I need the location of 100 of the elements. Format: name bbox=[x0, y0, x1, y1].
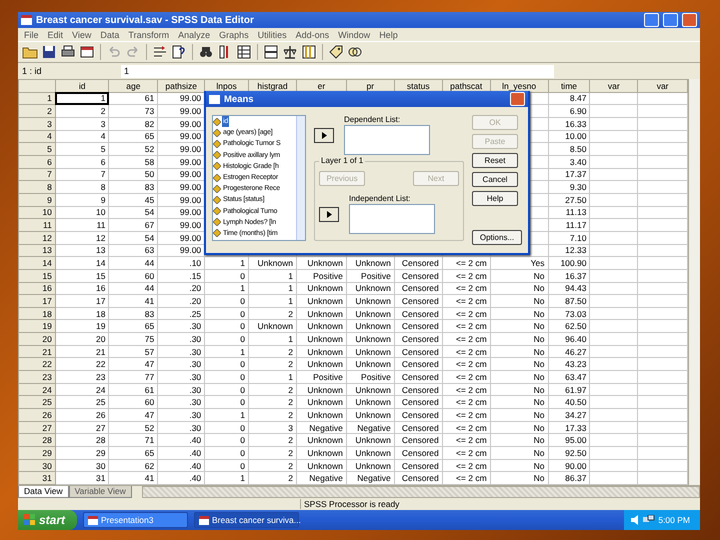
speaker-icon[interactable] bbox=[630, 515, 640, 525]
row-number[interactable]: 18 bbox=[18, 307, 56, 320]
row-number[interactable]: 1 bbox=[18, 92, 56, 105]
vertical-scrollbar[interactable] bbox=[688, 79, 700, 485]
table-cell: 17.37 bbox=[548, 168, 590, 181]
table-cell: Positive bbox=[296, 370, 346, 384]
menu-item[interactable]: File bbox=[24, 30, 39, 40]
cell-value-field[interactable]: 1 bbox=[121, 64, 554, 78]
row-number[interactable]: 6 bbox=[18, 155, 56, 168]
menu-item[interactable]: Window bbox=[338, 30, 370, 40]
row-number[interactable]: 5 bbox=[18, 142, 56, 156]
row-number[interactable]: 11 bbox=[18, 218, 56, 232]
dialog-button[interactable]: Help bbox=[472, 191, 518, 206]
restore-button[interactable] bbox=[663, 13, 678, 27]
row-number[interactable]: 17 bbox=[18, 294, 56, 308]
menu-item[interactable]: Transform bbox=[128, 30, 170, 40]
row-number[interactable]: 7 bbox=[18, 168, 56, 181]
minimize-button[interactable] bbox=[644, 13, 659, 27]
table-cell: Yes bbox=[490, 256, 548, 270]
split-table-icon[interactable] bbox=[263, 44, 279, 60]
column-header[interactable]: pr bbox=[346, 80, 394, 92]
column-header[interactable]: histgrad bbox=[248, 80, 296, 92]
table-cell: Negative bbox=[296, 421, 346, 434]
tag-icon[interactable] bbox=[328, 44, 344, 60]
row-number[interactable]: 15 bbox=[18, 269, 56, 282]
table-cell: <= 2 cm bbox=[442, 294, 490, 308]
filter-grid-icon[interactable] bbox=[301, 44, 317, 60]
table-cell: Unknown bbox=[296, 459, 346, 472]
row-number[interactable]: 13 bbox=[18, 244, 56, 257]
row-number[interactable]: 8 bbox=[18, 180, 56, 194]
row-number[interactable]: 21 bbox=[18, 345, 56, 358]
row-number[interactable]: 26 bbox=[18, 408, 56, 422]
binoculars-icon[interactable] bbox=[198, 44, 214, 60]
menu-item[interactable]: Add-ons bbox=[296, 30, 330, 40]
close-button[interactable] bbox=[510, 92, 525, 106]
sheet-tab[interactable]: Variable View bbox=[68, 486, 132, 498]
taskbar-button[interactable]: Breast cancer surviva... bbox=[194, 512, 300, 528]
question-icon[interactable] bbox=[171, 44, 187, 60]
window-icon[interactable] bbox=[79, 44, 95, 60]
sheet-tab[interactable]: Data View bbox=[18, 486, 69, 498]
row-number[interactable]: 12 bbox=[18, 231, 56, 244]
row-number[interactable]: 29 bbox=[18, 446, 56, 460]
table-cell: Unknown bbox=[296, 358, 346, 371]
column-header[interactable]: pathsize bbox=[158, 80, 205, 92]
column-header[interactable]: time bbox=[548, 80, 590, 92]
column-header[interactable]: pathscat bbox=[442, 80, 490, 92]
dependent-list-field[interactable] bbox=[344, 125, 430, 155]
column-header[interactable]: status bbox=[394, 80, 442, 92]
table-cell: 31 bbox=[55, 472, 109, 484]
table-cell: Unknown bbox=[346, 332, 394, 346]
list-scrollbar[interactable] bbox=[296, 116, 305, 240]
menu-item[interactable]: Help bbox=[379, 30, 398, 40]
move-right-button[interactable] bbox=[319, 206, 339, 222]
menu-item[interactable]: View bbox=[72, 30, 92, 40]
row-number[interactable]: 30 bbox=[18, 459, 56, 472]
row-number[interactable]: 31 bbox=[18, 472, 56, 484]
row-number[interactable]: 28 bbox=[18, 434, 56, 447]
menu-item[interactable]: Graphs bbox=[219, 30, 249, 40]
column-header[interactable]: er bbox=[296, 80, 346, 92]
move-right-button[interactable] bbox=[314, 128, 334, 142]
row-number[interactable]: 22 bbox=[18, 358, 56, 371]
column-header[interactable]: lnpos bbox=[204, 80, 248, 92]
row-number[interactable]: 20 bbox=[18, 332, 56, 346]
menu-item[interactable]: Edit bbox=[48, 30, 64, 40]
row-number[interactable]: 10 bbox=[18, 206, 56, 219]
row-number[interactable]: 4 bbox=[18, 130, 56, 143]
column-header[interactable]: age bbox=[108, 80, 158, 92]
column-header[interactable]: var bbox=[638, 80, 688, 92]
row-number[interactable]: 25 bbox=[18, 396, 56, 409]
table-cell: Unknown bbox=[296, 307, 346, 320]
network-icon[interactable] bbox=[643, 515, 656, 525]
dialog-button[interactable]: Reset bbox=[472, 153, 518, 168]
column-header[interactable]: var bbox=[590, 80, 638, 92]
row-number[interactable]: 14 bbox=[18, 256, 56, 270]
independent-list-field[interactable] bbox=[349, 204, 435, 234]
row-number[interactable]: 16 bbox=[18, 282, 56, 295]
horizontal-scrollbar[interactable] bbox=[142, 486, 700, 498]
menu-item[interactable]: Utilities bbox=[258, 30, 287, 40]
row-number[interactable]: 19 bbox=[18, 320, 56, 333]
row-number[interactable]: 24 bbox=[18, 383, 56, 396]
menu-item[interactable]: Analyze bbox=[178, 30, 210, 40]
row-number[interactable]: 9 bbox=[18, 193, 56, 206]
row-number[interactable]: 27 bbox=[18, 421, 56, 434]
menu-item[interactable]: Data bbox=[100, 30, 120, 40]
taskbar-button[interactable]: Presentation3 bbox=[83, 512, 188, 528]
start-button[interactable]: start bbox=[18, 510, 78, 530]
dialog-button[interactable]: Cancel bbox=[472, 172, 518, 187]
column-header[interactable]: ln_yesno bbox=[490, 80, 548, 92]
row-number[interactable]: 2 bbox=[18, 104, 56, 118]
options-button[interactable]: Options... bbox=[472, 230, 522, 245]
table-cell: No bbox=[490, 269, 548, 282]
row-number[interactable]: 3 bbox=[18, 117, 56, 130]
close-button[interactable] bbox=[682, 13, 697, 27]
table-cell: 82 bbox=[108, 117, 158, 130]
table-cell: 27.50 bbox=[548, 193, 590, 206]
field-label: Independent List: bbox=[349, 194, 412, 203]
table-icon[interactable] bbox=[236, 44, 252, 60]
column-header[interactable]: id bbox=[55, 80, 109, 92]
row-number[interactable]: 23 bbox=[18, 370, 56, 384]
scale-icon[interactable] bbox=[282, 44, 298, 60]
